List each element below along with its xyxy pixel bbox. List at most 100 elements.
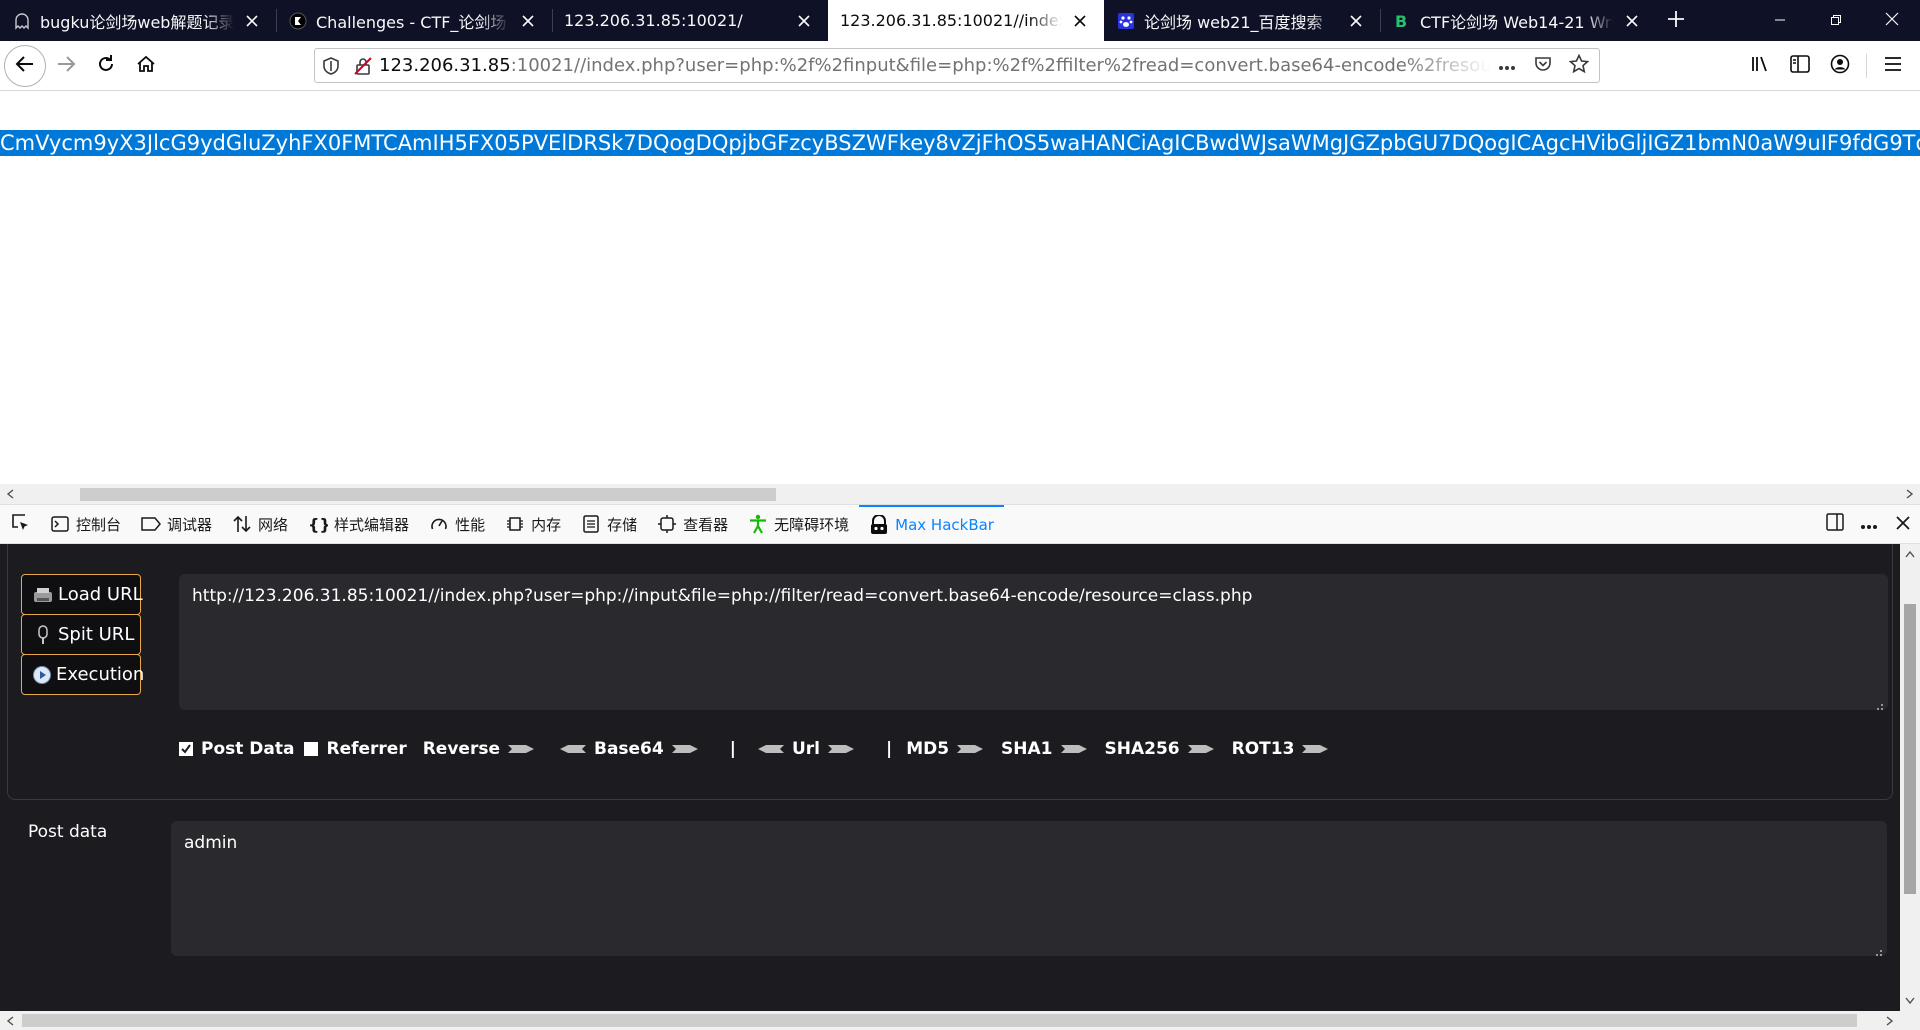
shield-icon[interactable] (315, 50, 347, 82)
scroll-right-icon[interactable] (1880, 1011, 1900, 1030)
close-icon[interactable] (1622, 11, 1642, 31)
memory-icon (505, 514, 525, 534)
tab-host-root[interactable]: 123.206.31.85:10021/ (552, 0, 828, 41)
new-tab-button[interactable] (1656, 0, 1696, 41)
arrow-right-icon (1302, 745, 1329, 753)
arrow-left-icon[interactable] (559, 742, 586, 756)
devtools-options-button[interactable] (1852, 505, 1886, 543)
load-url-button[interactable]: Load URL (21, 574, 143, 615)
option-label: Post Data (201, 739, 295, 759)
post-data-checkbox[interactable] (179, 742, 193, 756)
close-window-button[interactable] (1864, 0, 1920, 41)
scroll-up-icon[interactable] (1900, 544, 1920, 564)
dock-icon (1826, 513, 1844, 535)
tab-baidu-search[interactable]: 论剑场 web21_百度搜索 (1104, 0, 1380, 41)
post-data-option[interactable]: Post Data (179, 739, 294, 759)
rot13-option[interactable]: ROT13 (1232, 739, 1337, 759)
restore-button[interactable] (1808, 0, 1864, 41)
svg-text:B: B (1395, 12, 1407, 30)
selected-base64-text[interactable]: CmVycm9yX3JlcG9ydGluZyhFX0FMTCAmIH5FX05P… (0, 130, 1920, 156)
devtools-tab-style-editor[interactable]: {} 样式编辑器 (298, 505, 419, 543)
account-icon (1830, 54, 1850, 78)
close-icon[interactable] (242, 11, 262, 31)
scrollbar-thumb[interactable] (1904, 604, 1916, 894)
tab-challenges[interactable]: Challenges - CTF_论剑场 (276, 0, 552, 41)
sidebar-button[interactable] (1780, 47, 1820, 85)
reverse-option[interactable]: Reverse (423, 739, 542, 759)
tab-bugku[interactable]: bugku论剑场web解题记录 - (0, 0, 276, 41)
url-text: 123.206.31.85:10021//index.php?user=php:… (379, 55, 1491, 76)
account-button[interactable] (1820, 47, 1860, 85)
devtools-tab-network[interactable]: 网络 (222, 505, 298, 543)
b-logo-icon: B (1392, 11, 1412, 31)
page-actions-button[interactable] (1491, 50, 1523, 82)
tab-index-php[interactable]: 123.206.31.85:10021//index.php (828, 0, 1104, 41)
back-button[interactable] (4, 44, 46, 87)
network-icon (232, 514, 252, 534)
devtools-tab-label: 无障碍环境 (774, 515, 850, 534)
accessibility-icon (748, 514, 768, 534)
element-picker-button[interactable] (0, 505, 40, 543)
resize-grip-icon[interactable] (1873, 942, 1883, 956)
devtools-tab-label: 存储 (607, 515, 638, 534)
tab-title: Challenges - CTF_论剑场 (316, 12, 507, 32)
page-content: CmVycm9yX3JlcG9ydGluZyhFX0FMTCAmIH5FX05P… (0, 92, 1920, 484)
option-label: Referrer (326, 739, 407, 759)
devtools-tab-debugger[interactable]: 调试器 (131, 505, 222, 543)
scroll-left-icon[interactable] (0, 484, 20, 504)
referrer-checkbox[interactable] (304, 742, 319, 756)
library-button[interactable] (1740, 47, 1780, 85)
reload-button[interactable] (86, 46, 126, 86)
close-icon[interactable] (518, 11, 538, 31)
forward-button[interactable] (46, 46, 86, 86)
bookmark-star-button[interactable] (1563, 50, 1595, 82)
devtools-tab-memory[interactable]: 内存 (495, 505, 571, 543)
tab-title: 123.206.31.85:10021//index.php (840, 11, 1062, 30)
scrollbar-thumb[interactable] (80, 488, 776, 501)
close-devtools-button[interactable] (1886, 505, 1920, 543)
scroll-left-icon[interactable] (0, 1011, 20, 1030)
arrow-left-icon[interactable] (757, 742, 784, 756)
close-icon[interactable] (1070, 11, 1090, 31)
hackbar-url-textarea[interactable]: http://123.206.31.85:10021//index.php?us… (179, 574, 1888, 710)
devtools-tab-inspector[interactable]: 查看器 (647, 505, 738, 543)
devtools-tab-console[interactable]: 控制台 (40, 505, 131, 543)
devtools-tab-max-hackbar[interactable]: Max HackBar (859, 505, 1004, 543)
panel-vertical-scrollbar[interactable] (1900, 544, 1920, 1011)
post-data-textarea[interactable]: admin (171, 821, 1887, 956)
devtools-tab-performance[interactable]: 性能 (419, 505, 495, 543)
split-url-button[interactable]: Spit URL (21, 614, 141, 655)
scrollbar-thumb[interactable] (22, 1014, 1857, 1027)
menu-button[interactable] (1873, 47, 1913, 85)
devtools-tab-storage[interactable]: 存储 (571, 505, 647, 543)
md5-option[interactable]: MD5 (906, 739, 991, 759)
sha256-option[interactable]: SHA256 (1105, 739, 1222, 759)
library-icon (1750, 54, 1770, 78)
devtools-tab-accessibility[interactable]: 无障碍环境 (738, 505, 859, 543)
scroll-right-icon[interactable] (1900, 484, 1920, 504)
close-icon[interactable] (794, 11, 814, 31)
panel-horizontal-scrollbar[interactable] (0, 1011, 1900, 1030)
resize-grip-icon[interactable] (1874, 696, 1884, 710)
home-button[interactable] (126, 46, 166, 86)
close-icon[interactable] (1346, 11, 1366, 31)
page-horizontal-scrollbar[interactable] (0, 484, 1920, 504)
arrow-right-icon (827, 745, 854, 753)
tab-writeup[interactable]: B CTF论剑场 Web14-21 Writel (1380, 0, 1656, 41)
referrer-option[interactable]: Referrer (304, 739, 407, 759)
pocket-button[interactable] (1527, 50, 1559, 82)
base64-option[interactable]: Base64 (594, 739, 706, 759)
sha1-option[interactable]: SHA1 (1001, 739, 1094, 759)
scrollbar-corner (1900, 1011, 1920, 1030)
play-icon (32, 664, 52, 686)
dock-position-button[interactable] (1818, 505, 1852, 543)
option-separator: | (729, 739, 736, 759)
minimize-button[interactable] (1752, 0, 1808, 41)
url-encode-option[interactable]: Url (792, 739, 862, 759)
url-bar[interactable]: 123.206.31.85:10021//index.php?user=php:… (314, 48, 1600, 83)
insecure-lock-icon[interactable] (347, 50, 379, 82)
scroll-down-icon[interactable] (1900, 991, 1920, 1011)
performance-icon (429, 514, 449, 534)
execution-button[interactable]: Execution (21, 654, 144, 695)
option-label: SHA1 (1001, 739, 1053, 759)
